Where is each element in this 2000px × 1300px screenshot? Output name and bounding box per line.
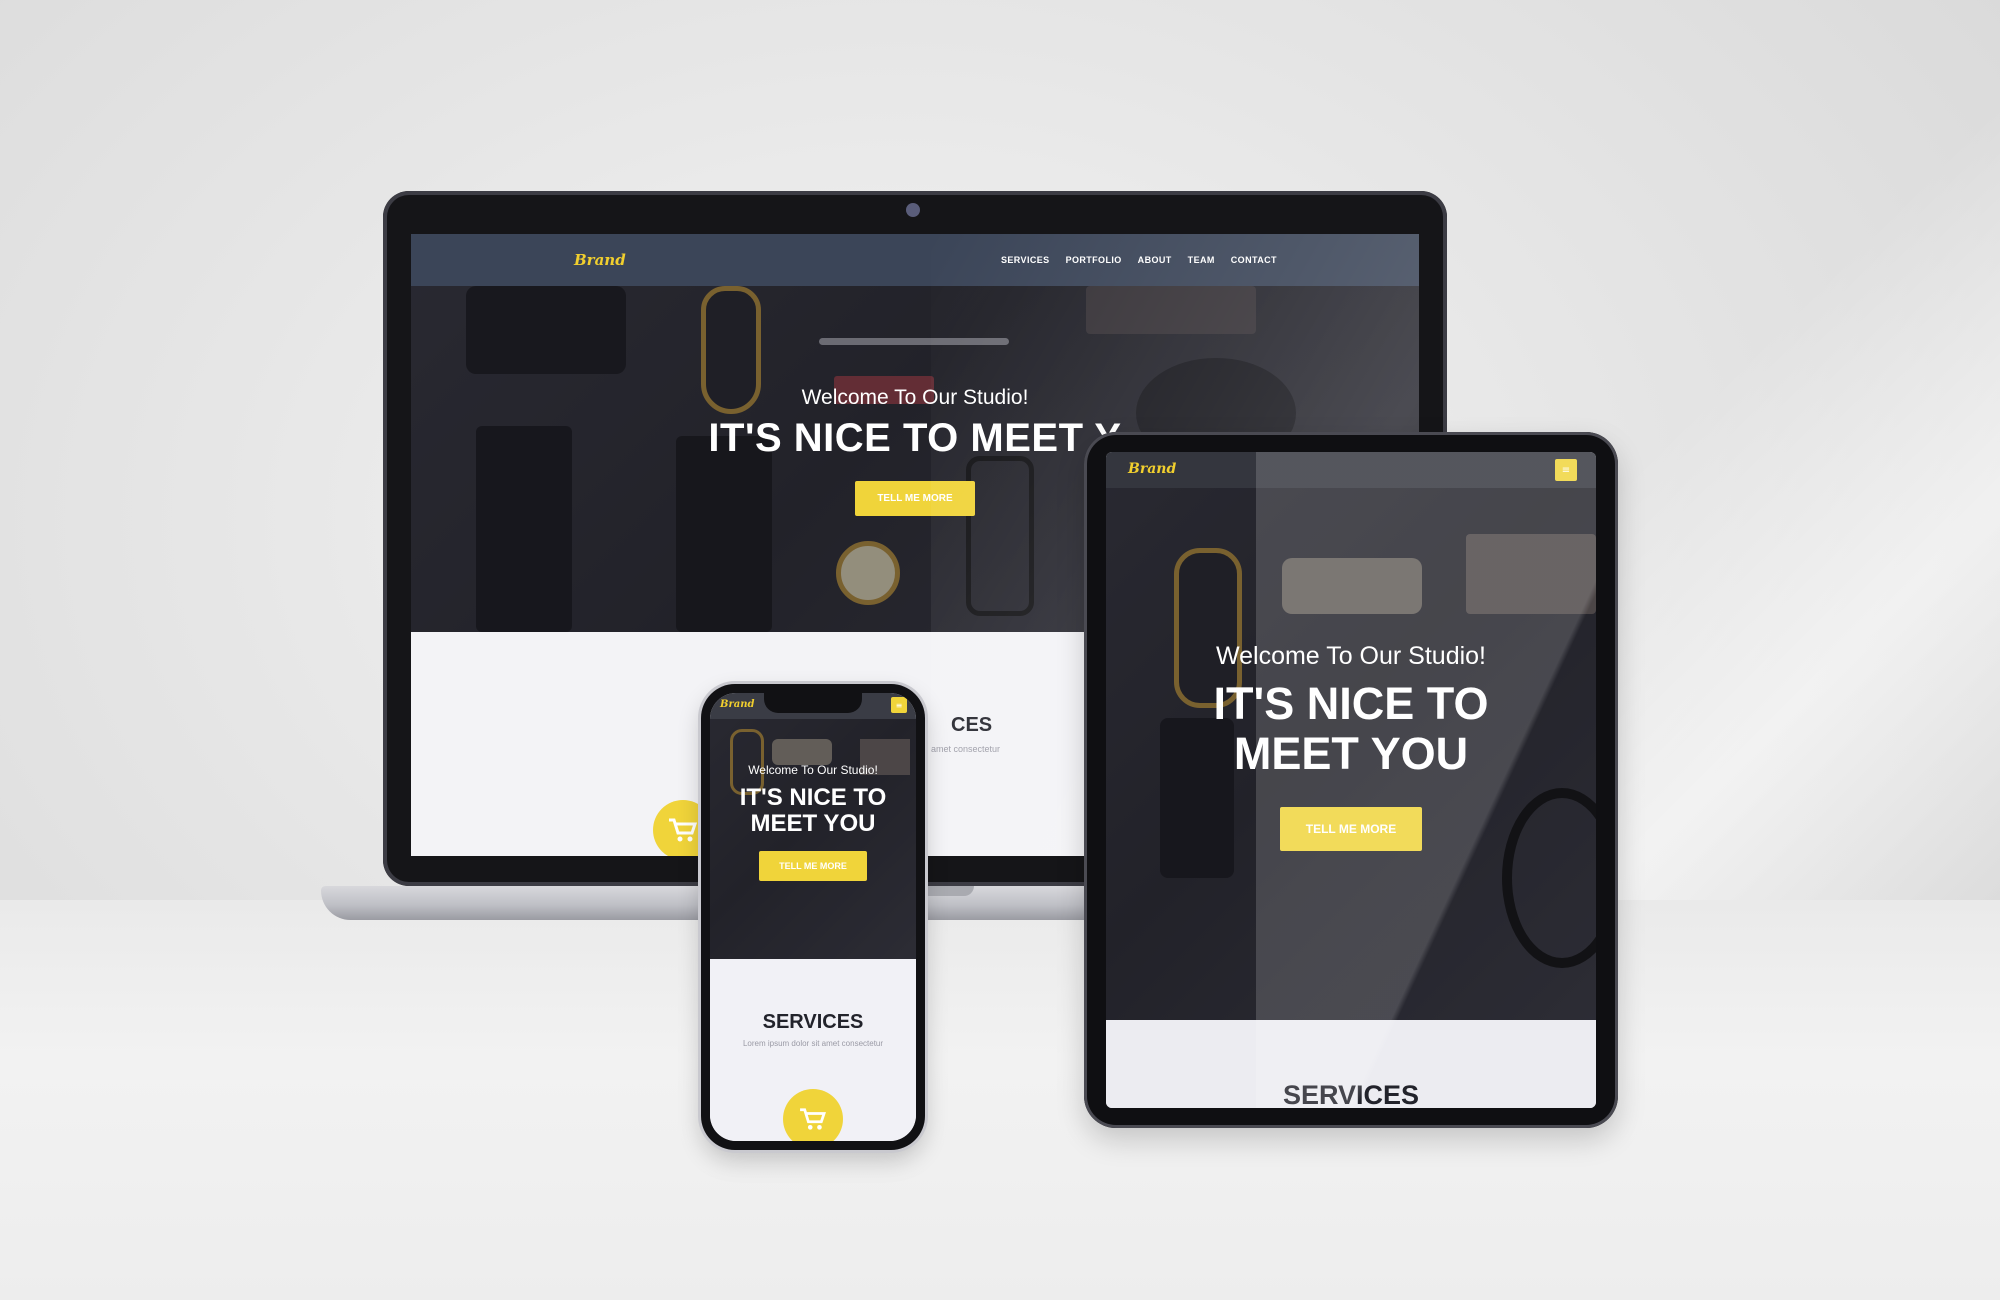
phone-notch [764,693,862,713]
nav-link-contact[interactable]: CONTACT [1231,255,1277,265]
phone-menu-button[interactable]: ≡ [891,697,907,713]
phone-hero-content: Welcome To Our Studio! IT'S NICE TO MEET… [710,763,916,881]
tablet-navbar: Brand ≡ [1106,452,1596,488]
tablet-headline-line2: MEET YOU [1233,728,1469,779]
reflective-floor [0,900,2000,1300]
tablet-tell-me-more-button[interactable]: TELL ME MORE [1279,807,1423,851]
hamburger-icon: ≡ [895,700,903,710]
tablet-hero-section: Welcome To Our Studio! IT'S NICE TO MEET… [1106,488,1596,1020]
tablet-device: Welcome To Our Studio! IT'S NICE TO MEET… [1084,432,1618,1128]
phone-hero-welcome: Welcome To Our Studio! [748,763,878,777]
phone-device: Welcome To Our Studio! IT'S NICE TO MEET… [701,684,925,1150]
nav-link-about[interactable]: ABOUT [1138,255,1172,265]
phone-screen: Welcome To Our Studio! IT'S NICE TO MEET… [710,693,916,1141]
phone-headline-line2: MEET YOU [750,810,876,837]
phone-services-section: SERVICES Lorem ipsum dolor sit amet cons… [710,959,916,1141]
nav-link-services[interactable]: SERVICES [1001,255,1050,265]
phone-hero-section: Welcome To Our Studio! IT'S NICE TO MEET… [710,719,916,959]
tell-me-more-button[interactable]: TELL ME MORE [855,481,975,516]
services-subtitle: amet consectetur [931,744,1001,754]
services-title: CES [951,714,993,736]
tablet-screen: Welcome To Our Studio! IT'S NICE TO MEET… [1106,452,1596,1108]
tablet-hero-welcome: Welcome To Our Studio! [1215,642,1487,670]
phone-brand-logo[interactable]: Brand [720,699,754,710]
tablet-menu-button[interactable]: ≡ [1555,459,1577,481]
phone-services-title: SERVICES [762,1011,864,1033]
brand-logo[interactable]: Brand [574,251,626,269]
laptop-camera [906,203,920,217]
tablet-brand-logo[interactable]: Brand [1128,461,1176,477]
nav-menu: SERVICES PORTFOLIO ABOUT TEAM CONTACT [1001,234,1277,286]
tablet-headline-line1: IT'S NICE TO [1213,678,1489,729]
cart-icon [800,1108,826,1130]
tablet-hero-content: Welcome To Our Studio! IT'S NICE TO MEET… [1106,642,1596,851]
hero-welcome: Welcome To Our Studio! [801,386,1029,409]
phone-service-cart-circle [783,1089,843,1141]
phone-services-subtitle: Lorem ipsum dolor sit amet consectetur [742,1039,884,1048]
tablet-services-section: SERVICES [1106,1020,1596,1108]
top-navbar: Brand SERVICES PORTFOLIO ABOUT TEAM CONT… [411,234,1419,286]
nav-link-portfolio[interactable]: PORTFOLIO [1066,255,1122,265]
nav-link-team[interactable]: TEAM [1188,255,1215,265]
cart-icon [669,818,698,842]
phone-headline-line1: IT'S NICE TO [739,784,887,811]
phone-tell-me-more-button[interactable]: TELL ME MORE [759,851,867,881]
hamburger-icon: ≡ [1561,464,1571,476]
tablet-services-title: SERVICES [1282,1080,1420,1108]
